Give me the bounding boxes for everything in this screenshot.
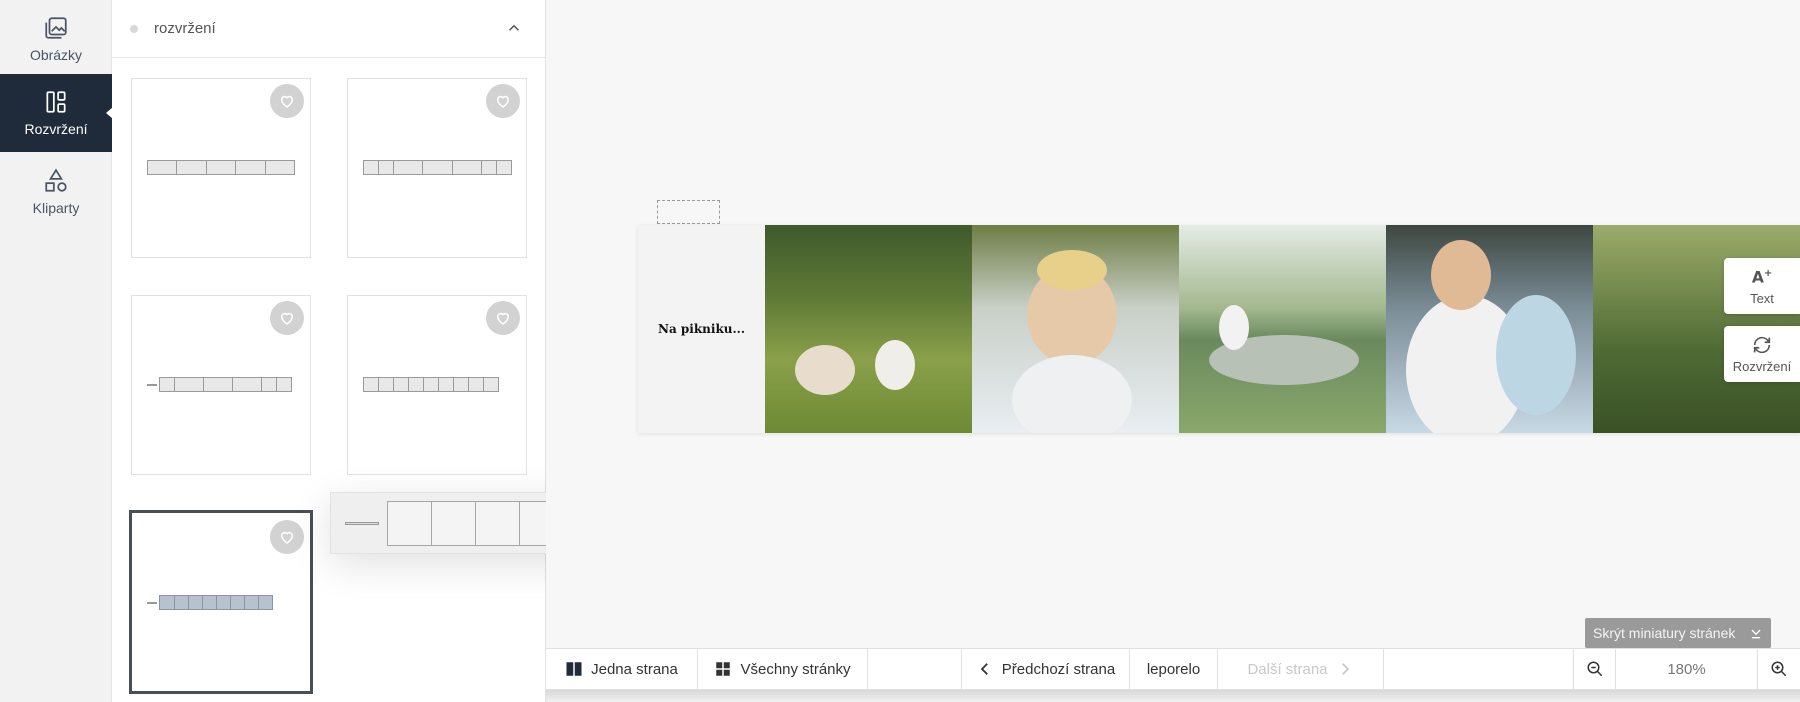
toolbar-spacer [1384, 649, 1574, 689]
zoom-out-icon [1587, 661, 1602, 677]
add-text-button[interactable]: A + Text [1724, 258, 1800, 314]
toolbar-spacer [868, 649, 962, 689]
single-page-button[interactable]: Jedna strana [546, 649, 698, 689]
left-rail: Obrázky Rozvržení Kliparty [0, 0, 113, 702]
layout-thumbnail [147, 160, 295, 175]
zoom-in-icon [1771, 661, 1787, 677]
layout-card[interactable] [131, 295, 311, 475]
rail-item-layout[interactable]: Rozvržení [0, 74, 113, 152]
next-page-label: Další strana [1247, 660, 1328, 678]
zoom-level[interactable]: 180% [1616, 649, 1758, 689]
hide-thumbnails-button[interactable]: Skrýt miniatury stránek [1585, 618, 1771, 648]
all-pages-button[interactable]: Všechny stránky [698, 649, 868, 689]
product-type-text: leporelo [1146, 660, 1201, 678]
page-spread: Na pikniku... [638, 225, 1800, 433]
change-layout-label: Rozvržení [1732, 359, 1792, 374]
layout-thumbnail [147, 595, 273, 610]
text-box-placeholder[interactable] [657, 200, 720, 224]
single-page-icon [566, 662, 582, 676]
collapse-down-icon [1751, 629, 1761, 639]
next-page-button[interactable]: Další strana [1218, 649, 1384, 689]
photo-frame[interactable] [1386, 225, 1593, 433]
rail-item-images[interactable]: Obrázky [0, 0, 112, 78]
layout-thumbnail [363, 377, 499, 392]
photo-frame[interactable] [1179, 225, 1386, 433]
product-type-label: leporelo [1130, 649, 1218, 689]
favorite-heart-icon[interactable] [270, 84, 304, 118]
images-icon [45, 17, 67, 39]
panel-header[interactable]: rozvržení [112, 0, 545, 58]
panel-title: rozvržení [154, 20, 216, 37]
text-plus-icon: A + [1752, 268, 1772, 287]
favorite-heart-icon[interactable] [270, 301, 304, 335]
prev-page-button[interactable]: Předchozí strana [962, 649, 1130, 689]
hide-thumbnails-label: Skrýt miniatury stránek [1593, 625, 1736, 641]
svg-text:+: + [1764, 268, 1772, 279]
rail-item-label: Kliparty [32, 200, 80, 216]
svg-text:A: A [1752, 269, 1764, 287]
change-layout-button[interactable]: Rozvržení [1724, 326, 1800, 382]
layout-thumbnail [147, 377, 292, 392]
zoom-in-button[interactable] [1758, 649, 1800, 689]
layout-thumbnail [363, 160, 512, 175]
thumbnail-strip-edge [546, 690, 1800, 702]
prev-page-label: Předchozí strana [1001, 660, 1116, 678]
page-title-text[interactable]: Na pikniku... [638, 225, 765, 433]
photo-frame[interactable] [765, 225, 972, 433]
rail-item-cliparts[interactable]: Kliparty [0, 153, 112, 231]
rail-item-label: Obrázky [29, 47, 83, 63]
chevron-up-icon[interactable] [505, 19, 523, 37]
shapes-icon [45, 168, 67, 192]
layout-panel: rozvržení [112, 0, 546, 702]
grid-icon [716, 662, 731, 676]
zoom-out-button[interactable] [1574, 649, 1616, 689]
favorite-heart-icon[interactable] [486, 301, 520, 335]
zoom-value: 180% [1667, 660, 1706, 678]
add-text-label: Text [1750, 291, 1774, 306]
photo-frame[interactable] [972, 225, 1179, 433]
all-pages-label: Všechny stránky [740, 660, 851, 678]
chevron-left-icon [980, 663, 988, 675]
chevron-right-icon [1341, 663, 1349, 675]
bottom-toolbar: Jedna strana Všechny stránky Předchozí s… [546, 648, 1800, 690]
single-page-label: Jedna strana [591, 660, 678, 678]
layout-icon [46, 91, 66, 113]
refresh-icon [1753, 336, 1771, 354]
status-dot [130, 24, 138, 33]
layout-card[interactable] [131, 78, 311, 258]
layout-card-selected[interactable] [129, 510, 313, 694]
favorite-heart-icon[interactable] [270, 520, 304, 554]
layout-card[interactable] [347, 295, 527, 475]
favorite-heart-icon[interactable] [486, 84, 520, 118]
rail-item-label: Rozvržení [24, 121, 88, 137]
layout-card[interactable] [347, 78, 527, 258]
